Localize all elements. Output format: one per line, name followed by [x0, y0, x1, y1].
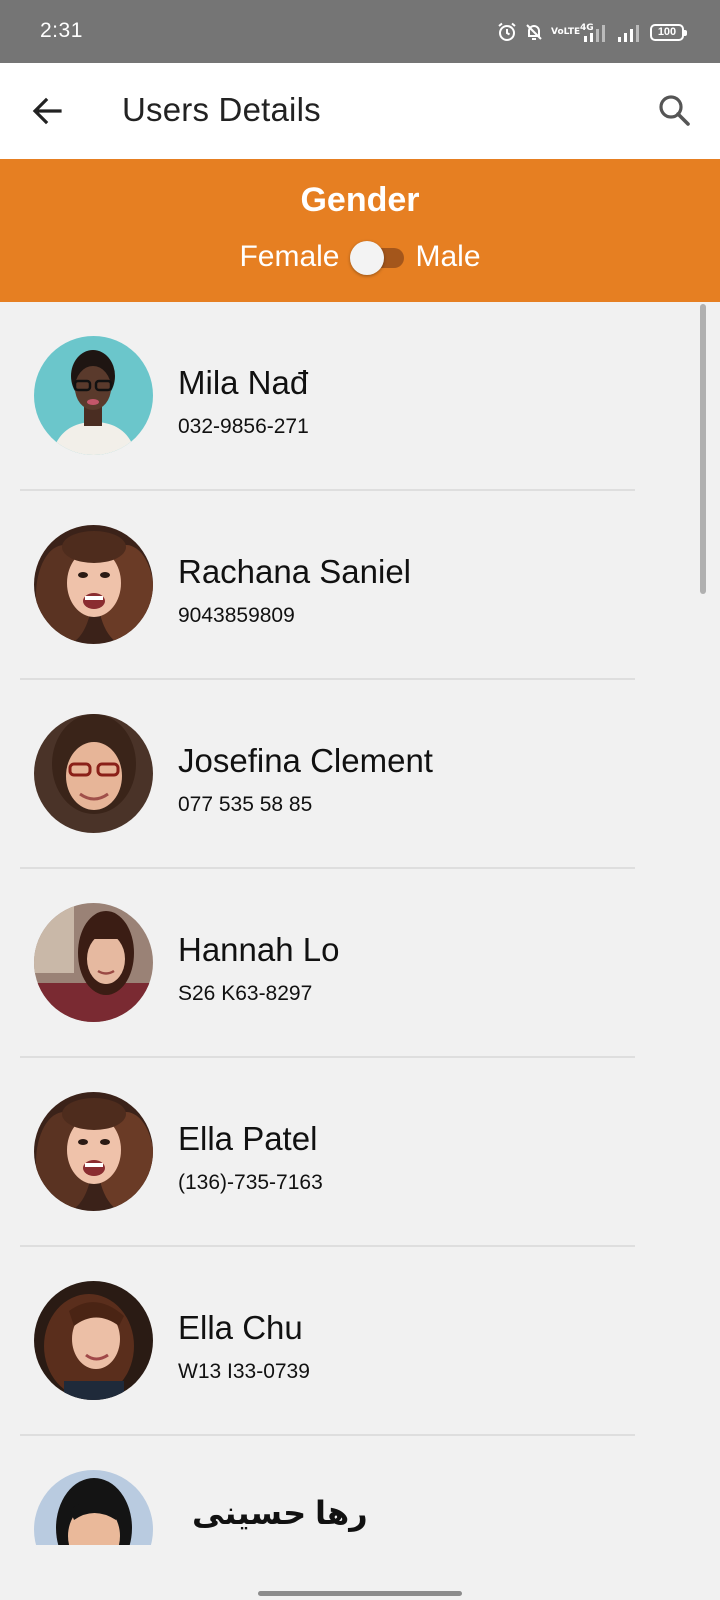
search-button[interactable] [652, 89, 696, 133]
user-list-item[interactable]: Ella Chu W13 I33-0739 [0, 1247, 720, 1436]
gender-toggle-row: Female Male [0, 239, 720, 275]
avatar [34, 336, 153, 455]
avatar [34, 1470, 153, 1545]
svg-text:4G: 4G [580, 23, 594, 33]
user-phone: (136)-735-7163 [178, 1171, 323, 1194]
alarm-icon [498, 22, 516, 41]
signal-4g-icon: 4G [580, 23, 605, 42]
gender-title: Gender [300, 181, 420, 219]
app-bar: Users Details [0, 63, 720, 159]
avatar [34, 714, 153, 833]
avatar [34, 1281, 153, 1400]
status-time: 2:31 [40, 19, 83, 42]
signal-icon [618, 25, 639, 42]
user-list-item[interactable]: Mila Nađ 032-9856-271 [0, 302, 720, 491]
user-name: Josefina Clement [178, 742, 433, 779]
user-phone: W13 I33-0739 [178, 1360, 310, 1383]
status-icons: VoLTE 4G 100 [497, 18, 687, 46]
search-icon [659, 95, 690, 126]
user-list[interactable]: Mila Nađ 032-9856-271 Rachana Saniel 904… [0, 302, 720, 1545]
user-phone: 077 535 58 85 [178, 793, 313, 816]
user-phone: 032-9856-271 [178, 415, 309, 438]
user-name: Rachana Saniel [178, 553, 411, 590]
avatar [34, 525, 153, 644]
volte-icon: VoLTE [551, 26, 581, 37]
arrow-back-icon [32, 97, 62, 125]
user-name: Hannah Lo [178, 931, 340, 968]
user-name: رها حسینی [192, 1495, 368, 1531]
battery-icon: 100 [650, 23, 687, 41]
status-bar: 2:31 VoLTE 4G 100 [0, 0, 720, 63]
gender-switch[interactable] [349, 239, 406, 275]
user-name: Ella Patel [178, 1120, 318, 1157]
user-list-item[interactable]: Hannah Lo S26 K63-8297 [0, 869, 720, 1058]
avatar [34, 1092, 153, 1211]
scrollbar[interactable] [700, 304, 706, 594]
user-name: Ella Chu [178, 1309, 303, 1346]
gender-filter-panel: Gender Female Male [0, 159, 720, 302]
user-list-item[interactable]: Rachana Saniel 9043859809 [0, 491, 720, 680]
female-label: Female [239, 240, 340, 273]
back-button[interactable] [26, 89, 70, 133]
user-phone: 9043859809 [178, 604, 295, 627]
user-phone: S26 K63-8297 [178, 982, 313, 1005]
user-name: Mila Nađ [178, 364, 309, 401]
notifications-off-icon [526, 24, 542, 40]
avatar [34, 903, 153, 1022]
switch-thumb [349, 241, 384, 275]
page-title: Users Details [122, 91, 321, 128]
user-list-item[interactable]: رها حسینی [0, 1436, 720, 1545]
male-label: Male [415, 240, 481, 273]
user-list-item[interactable]: Josefina Clement 077 535 58 85 [0, 680, 720, 869]
home-indicator[interactable] [258, 1591, 462, 1596]
user-list-item[interactable]: Ella Patel (136)-735-7163 [0, 1058, 720, 1247]
